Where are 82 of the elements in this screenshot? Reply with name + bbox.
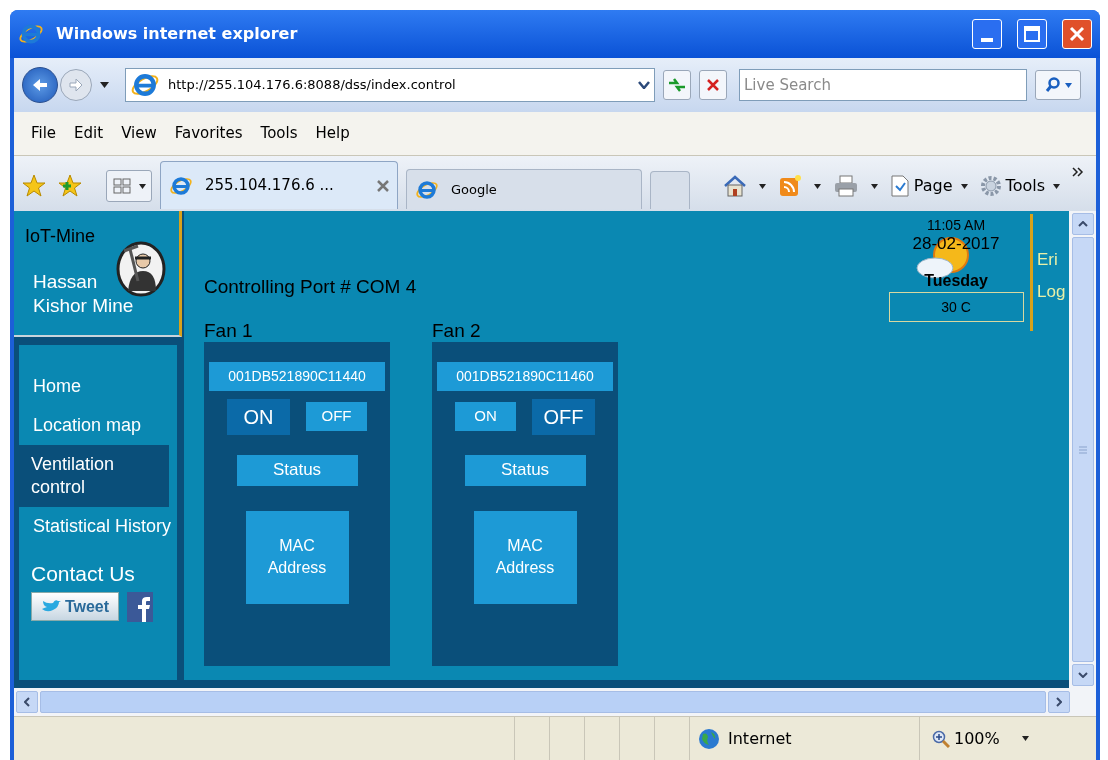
scroll-thumb[interactable] — [1071, 237, 1094, 662]
zoom-button[interactable]: 100% — [932, 726, 1000, 751]
security-zone: Internet — [728, 727, 792, 750]
refresh-arrows-icon — [668, 78, 686, 92]
search-button[interactable] — [1035, 70, 1081, 100]
command-button[interactable]: Page — [889, 174, 968, 198]
menu-item[interactable]: Tools — [260, 122, 298, 145]
menu-item[interactable]: Help — [315, 122, 350, 145]
close-tab-icon[interactable] — [377, 179, 389, 192]
device-id: 001DB521890C11460 — [437, 361, 613, 391]
quick-tabs-button[interactable] — [106, 170, 152, 202]
vertical-scrollbar[interactable] — [1069, 211, 1096, 688]
back-button[interactable] — [22, 67, 58, 103]
search-icon — [1044, 77, 1061, 93]
fan-label: Fan 2 — [432, 319, 482, 342]
dropdown-caret-icon — [1064, 82, 1072, 88]
clock-day: Tuesday — [924, 271, 988, 290]
home-icon[interactable] — [722, 174, 747, 198]
temperature-box: 30 C — [888, 292, 1024, 322]
globe-icon — [698, 727, 720, 750]
zoom-icon — [932, 729, 950, 748]
printer-icon[interactable] — [832, 175, 859, 197]
device-id: 001DB521890C11440 — [209, 361, 385, 391]
address-field[interactable]: http://255.104.176.6:8088/dss/index.control — [125, 68, 655, 102]
dropdown-caret-icon[interactable] — [100, 82, 109, 88]
scroll-right-button[interactable] — [1048, 691, 1070, 713]
maximize-icon — [1024, 26, 1040, 42]
stop-icon — [706, 78, 720, 92]
dropdown-caret-icon — [960, 183, 968, 189]
back-arrow-icon — [31, 77, 49, 93]
port-heading: Controlling Port # COM 4 — [204, 275, 418, 299]
forward-arrow-icon — [68, 78, 84, 92]
dropdown-caret-icon[interactable] — [813, 183, 821, 189]
tweet-button[interactable]: Tweet — [31, 592, 119, 621]
page-icon — [889, 175, 910, 197]
grid-icon — [112, 178, 131, 194]
miner-avatar-icon — [116, 241, 166, 297]
clock-time: 11:05 AM — [926, 217, 986, 234]
dropdown-caret-icon[interactable] — [1021, 736, 1029, 741]
site-name: Hassan — [33, 270, 99, 294]
close-button[interactable] — [1062, 19, 1092, 49]
switch-button[interactable]: ON — [227, 398, 290, 435]
horizontal-scrollbar[interactable] — [14, 688, 1096, 716]
search-field[interactable]: Live Search — [739, 69, 1027, 101]
favorites-star-icon[interactable] — [22, 174, 46, 198]
dropdown-caret-icon[interactable] — [758, 183, 766, 189]
fan-label: Fan 1 — [204, 319, 254, 342]
refresh-button[interactable] — [663, 70, 691, 100]
menu-item[interactable]: Favorites — [174, 122, 243, 145]
add-favorite-icon[interactable] — [58, 174, 82, 198]
command-button[interactable]: Tools — [979, 174, 1060, 198]
menu-item[interactable]: Edit — [74, 122, 104, 145]
dropdown-caret-icon[interactable] — [638, 81, 650, 89]
mac-address-box: MAC Address — [245, 510, 349, 604]
scroll-down-button[interactable] — [1071, 664, 1094, 686]
site-name: Kishor Mine — [33, 294, 135, 318]
browser-tab[interactable]: 255.104.176.6 ... — [160, 161, 398, 209]
dropdown-caret-icon — [1053, 183, 1060, 189]
scroll-left-button[interactable] — [16, 691, 38, 713]
dropdown-caret-icon — [138, 183, 146, 189]
maximize-button[interactable] — [1017, 19, 1047, 49]
facebook-icon[interactable] — [127, 591, 153, 622]
mac-address-box: MAC Address — [473, 510, 577, 604]
scroll-thumb[interactable] — [40, 691, 1046, 713]
brand-name: IoT-Mine — [25, 225, 97, 248]
feed-icon[interactable] — [777, 174, 802, 198]
window-title: Windows internet explorer — [56, 23, 298, 45]
grip-icon — [1077, 445, 1088, 454]
minimize-button[interactable] — [972, 19, 1002, 49]
menu-item[interactable]: File — [31, 122, 57, 145]
bird-icon — [40, 599, 61, 614]
scroll-up-button[interactable] — [1071, 213, 1094, 235]
browser-tab[interactable]: Google — [406, 169, 642, 209]
contact-heading: Contact Us — [31, 561, 136, 587]
close-icon — [1069, 26, 1085, 42]
menu-item[interactable]: View — [121, 122, 157, 145]
stop-button[interactable] — [699, 70, 727, 100]
minimize-icon — [981, 38, 993, 42]
chevron-icon[interactable] — [1072, 167, 1084, 177]
gear-icon — [979, 175, 1002, 197]
dropdown-caret-icon[interactable] — [870, 183, 878, 189]
switch-button[interactable]: OFF — [532, 398, 595, 435]
